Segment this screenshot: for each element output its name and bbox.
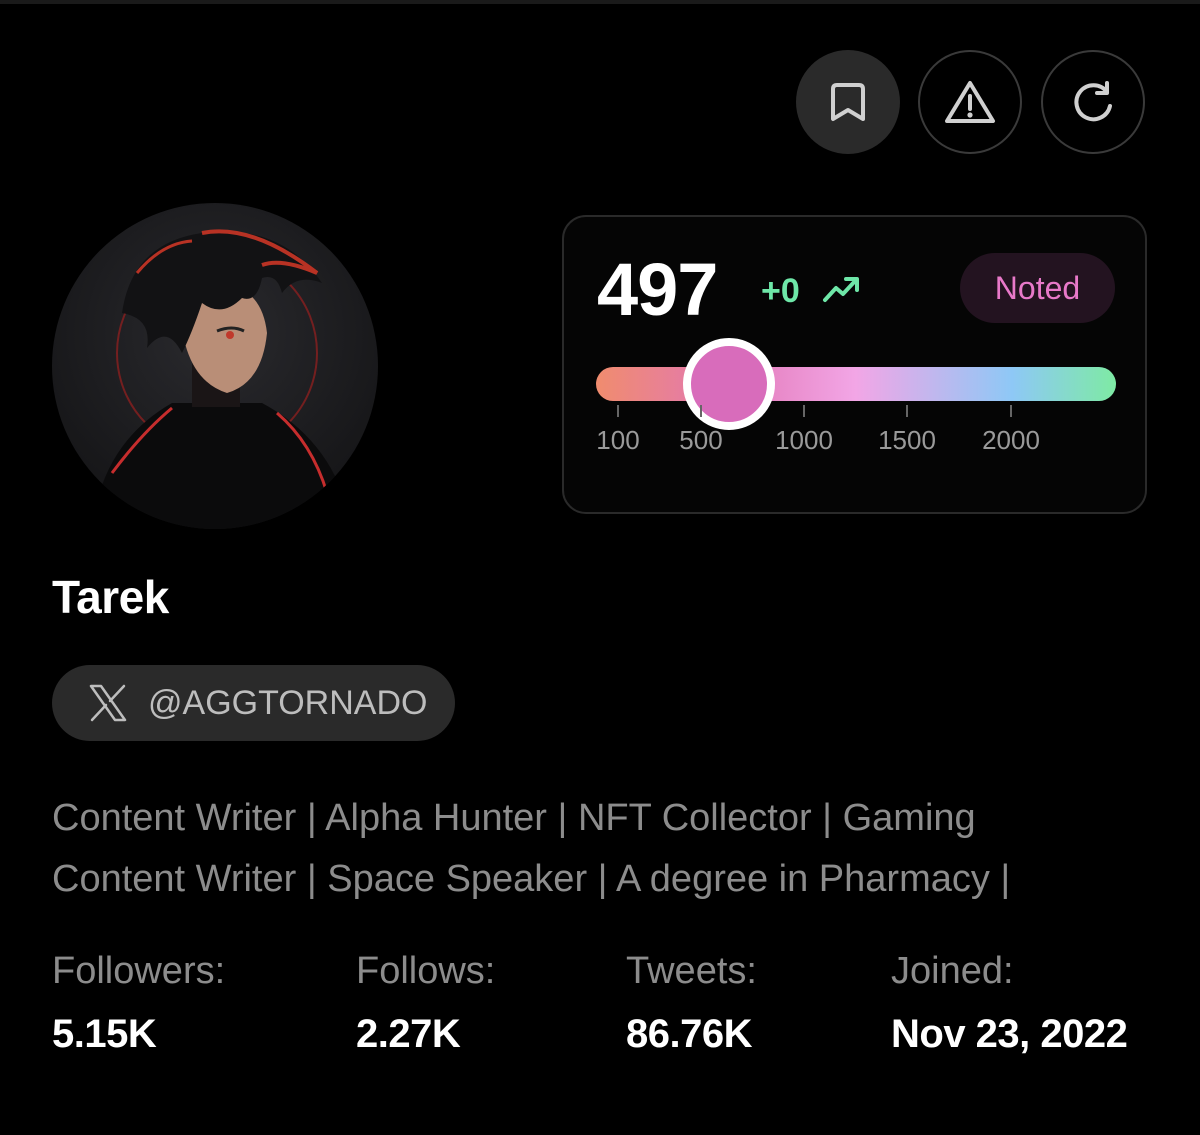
score-value: 497 (597, 248, 718, 331)
bio-line: Content Writer | Alpha Hunter | NFT Coll… (52, 797, 976, 839)
top-divider (0, 0, 1200, 4)
bookmark-button[interactable] (796, 50, 900, 154)
refresh-icon (1074, 81, 1112, 122)
x-handle-link[interactable]: @AGGTORNADO (52, 665, 455, 741)
tweets-count: 86.76K (626, 1012, 752, 1056)
score-card: 497 +0 Noted 100 500 1000 1500 2000 (562, 215, 1147, 514)
follows-label: Follows: (356, 950, 496, 992)
scale-label: 1000 (775, 425, 833, 455)
report-button[interactable] (918, 50, 1022, 154)
followers-count: 5.15K (52, 1012, 157, 1056)
refresh-button[interactable] (1041, 50, 1145, 154)
follows-count: 2.27K (356, 1012, 461, 1056)
tweets-label: Tweets: (626, 950, 757, 992)
scale-label: 100 (596, 425, 640, 455)
scale-label: 1500 (878, 425, 936, 455)
warning-icon (945, 81, 995, 123)
joined-date: Nov 23, 2022 (891, 1012, 1128, 1056)
followers-label: Followers: (52, 950, 226, 992)
avatar (52, 203, 378, 529)
scale-tick (700, 405, 702, 417)
scale-label: 500 (679, 425, 723, 455)
bio-line: Content Writer | Space Speaker | A degre… (52, 858, 1011, 900)
scale-tick (803, 405, 805, 417)
x-handle-text: @AGGTORNADO (148, 683, 428, 722)
scale-tick (1010, 405, 1012, 417)
profile-name: Tarek (52, 571, 169, 623)
scale-label: 2000 (982, 425, 1040, 455)
score-delta: +0 (761, 272, 800, 310)
scale-tick (906, 405, 908, 417)
bookmark-icon (831, 83, 865, 121)
score-slider-track[interactable] (596, 367, 1116, 401)
bio: Content Writer | Alpha Hunter | NFT Coll… (52, 788, 1152, 910)
trend-up-icon (823, 277, 859, 302)
x-logo-icon (89, 684, 127, 722)
score-slider-thumb[interactable] (683, 338, 776, 430)
status-badge: Noted (960, 253, 1115, 323)
scale-tick (617, 405, 619, 417)
joined-label: Joined: (891, 950, 1014, 992)
